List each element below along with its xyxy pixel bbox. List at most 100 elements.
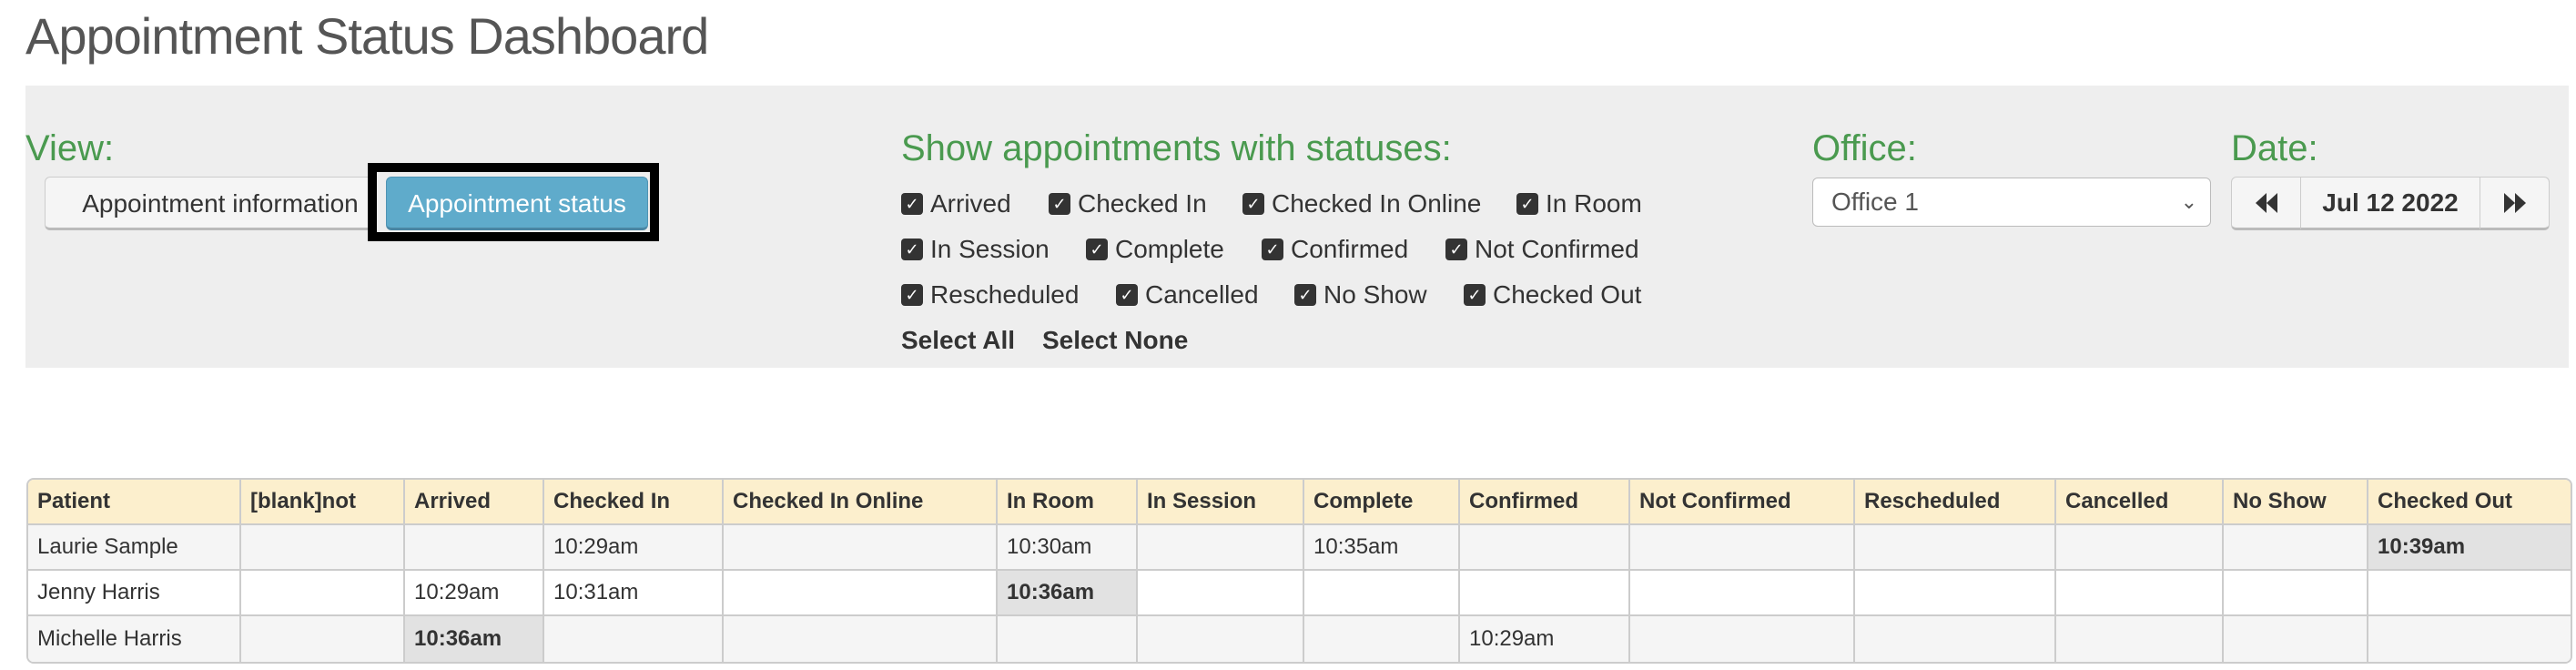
status-time-cell: 10:31am <box>544 571 724 616</box>
status-time-cell <box>544 616 724 662</box>
column-header[interactable]: Checked Out <box>2368 480 2571 525</box>
status-time-cell <box>1855 616 2056 662</box>
column-header[interactable]: In Room <box>998 480 1138 525</box>
column-header[interactable]: Rescheduled <box>1855 480 2056 525</box>
column-header[interactable]: In Session <box>1138 480 1304 525</box>
double-left-arrow-icon <box>2255 192 2277 213</box>
status-checkbox-in-room[interactable]: ✓ In Room <box>1516 186 1642 222</box>
table-row[interactable]: Laurie Sample 10:29am 10:30am 10:35am 10:39a… <box>28 525 2571 571</box>
filter-panel: View: Appointment information Appointmen… <box>25 86 2569 368</box>
status-time-cell <box>1460 571 1630 616</box>
column-header[interactable]: Cancelled <box>2056 480 2224 525</box>
column-header[interactable]: Complete <box>1304 480 1460 525</box>
double-right-arrow-icon <box>2503 192 2526 213</box>
status-time-cell <box>2224 525 2368 571</box>
status-time-cell <box>405 525 544 571</box>
status-checkbox-arrived[interactable]: ✓ Arrived <box>901 186 1011 222</box>
status-time-cell <box>241 571 405 616</box>
patient-name-cell: Jenny Harris <box>28 571 241 616</box>
status-checkbox-complete[interactable]: ✓ Complete <box>1086 231 1224 268</box>
status-time-cell <box>724 571 998 616</box>
column-header[interactable]: Arrived <box>405 480 544 525</box>
status-time-cell: 10:35am <box>1304 525 1460 571</box>
status-time-cell <box>2224 616 2368 662</box>
status-time-cell <box>1138 571 1304 616</box>
table-row[interactable]: Michelle Harris 10:36am 10:29am <box>28 616 2571 662</box>
status-time-cell <box>1855 571 2056 616</box>
status-checkbox-no-show[interactable]: ✓ No Show <box>1294 277 1427 313</box>
status-time-cell <box>2368 616 2571 662</box>
checkbox-checked-icon[interactable]: ✓ <box>901 193 923 215</box>
status-time-cell <box>1630 616 1855 662</box>
status-time-cell: 10:29am <box>1460 616 1630 662</box>
column-header[interactable]: Not Confirmed <box>1630 480 1855 525</box>
status-time-cell <box>1855 525 2056 571</box>
column-header[interactable]: [blank]not <box>241 480 405 525</box>
checkbox-checked-icon[interactable]: ✓ <box>1086 239 1108 260</box>
table-row[interactable]: Jenny Harris 10:29am 10:31am 10:36am <box>28 571 2571 616</box>
current-date-display[interactable]: Jul 12 2022 <box>2300 177 2480 230</box>
checkbox-checked-icon[interactable]: ✓ <box>1464 284 1486 306</box>
status-checkbox-in-session[interactable]: ✓ In Session <box>901 231 1050 268</box>
status-time-cell: 10:36am <box>998 571 1138 616</box>
patient-name-cell: Laurie Sample <box>28 525 241 571</box>
status-time-cell <box>2056 525 2224 571</box>
checkbox-checked-icon[interactable]: ✓ <box>1445 239 1467 260</box>
checkbox-checked-icon[interactable]: ✓ <box>1242 193 1264 215</box>
status-time-cell <box>2056 571 2224 616</box>
checkbox-checked-icon[interactable]: ✓ <box>901 239 923 260</box>
previous-date-button[interactable] <box>2231 177 2301 230</box>
status-checkbox-rescheduled[interactable]: ✓ Rescheduled <box>901 277 1079 313</box>
select-all-link[interactable]: Select All <box>901 322 1015 359</box>
status-checkbox-checked-out[interactable]: ✓ Checked Out <box>1464 277 1641 313</box>
checkbox-checked-icon[interactable]: ✓ <box>1262 239 1283 260</box>
status-time-cell: 10:39am <box>2368 525 2571 571</box>
chevron-down-icon: ⌄ <box>2180 190 2197 213</box>
status-time-cell <box>1304 616 1460 662</box>
table-header-row: Patient [blank]not Arrived Checked In Checke… <box>28 480 2571 525</box>
column-header[interactable]: Patient <box>28 480 241 525</box>
page-title: Appointment Status Dashboard <box>25 7 709 65</box>
status-time-cell <box>1138 525 1304 571</box>
status-checkbox-cancelled[interactable]: ✓ Cancelled <box>1116 277 1259 313</box>
next-date-button[interactable] <box>2480 177 2550 230</box>
status-time-cell <box>724 616 998 662</box>
status-time-cell <box>2368 571 2571 616</box>
date-label: Date: <box>2231 128 2318 168</box>
checkbox-checked-icon[interactable]: ✓ <box>1049 193 1070 215</box>
checkbox-checked-icon[interactable]: ✓ <box>1294 284 1316 306</box>
status-time-cell <box>241 525 405 571</box>
appointment-status-table: Patient [blank]not Arrived Checked In Checke… <box>26 478 2572 664</box>
checkbox-checked-icon[interactable]: ✓ <box>901 284 923 306</box>
office-label: Office: <box>1812 128 1917 168</box>
status-checkbox-not-confirmed[interactable]: ✓ Not Confirmed <box>1445 231 1639 268</box>
status-time-cell: 10:30am <box>998 525 1138 571</box>
checkbox-checked-icon[interactable]: ✓ <box>1516 193 1538 215</box>
checkbox-checked-icon[interactable]: ✓ <box>1116 284 1138 306</box>
status-time-cell <box>2224 571 2368 616</box>
status-time-cell <box>2056 616 2224 662</box>
column-header[interactable]: Checked In <box>544 480 724 525</box>
status-checkbox-confirmed[interactable]: ✓ Confirmed <box>1262 231 1408 268</box>
column-header[interactable]: No Show <box>2224 480 2368 525</box>
status-checkbox-checked-in[interactable]: ✓ Checked In <box>1049 186 1207 222</box>
patient-name-cell: Michelle Harris <box>28 616 241 662</box>
active-view-highlight: Appointment status <box>368 163 659 241</box>
status-time-cell <box>998 616 1138 662</box>
date-navigator: Jul 12 2022 <box>2231 177 2550 230</box>
status-time-cell: 10:36am <box>405 616 544 662</box>
column-header[interactable]: Confirmed <box>1460 480 1630 525</box>
office-select[interactable]: Office 1 ⌄ <box>1812 178 2211 227</box>
status-time-cell <box>1630 525 1855 571</box>
appointment-status-button[interactable]: Appointment status <box>386 177 648 230</box>
status-time-cell: 10:29am <box>405 571 544 616</box>
column-header[interactable]: Checked In Online <box>724 480 998 525</box>
status-time-cell <box>1138 616 1304 662</box>
status-time-cell <box>724 525 998 571</box>
status-checkbox-checked-in-online[interactable]: ✓ Checked In Online <box>1242 186 1481 222</box>
select-none-link[interactable]: Select None <box>1042 322 1188 359</box>
view-label: View: <box>25 128 115 168</box>
status-time-cell: 10:29am <box>544 525 724 571</box>
appointment-information-button[interactable]: Appointment information <box>45 177 396 230</box>
status-time-cell <box>1630 571 1855 616</box>
